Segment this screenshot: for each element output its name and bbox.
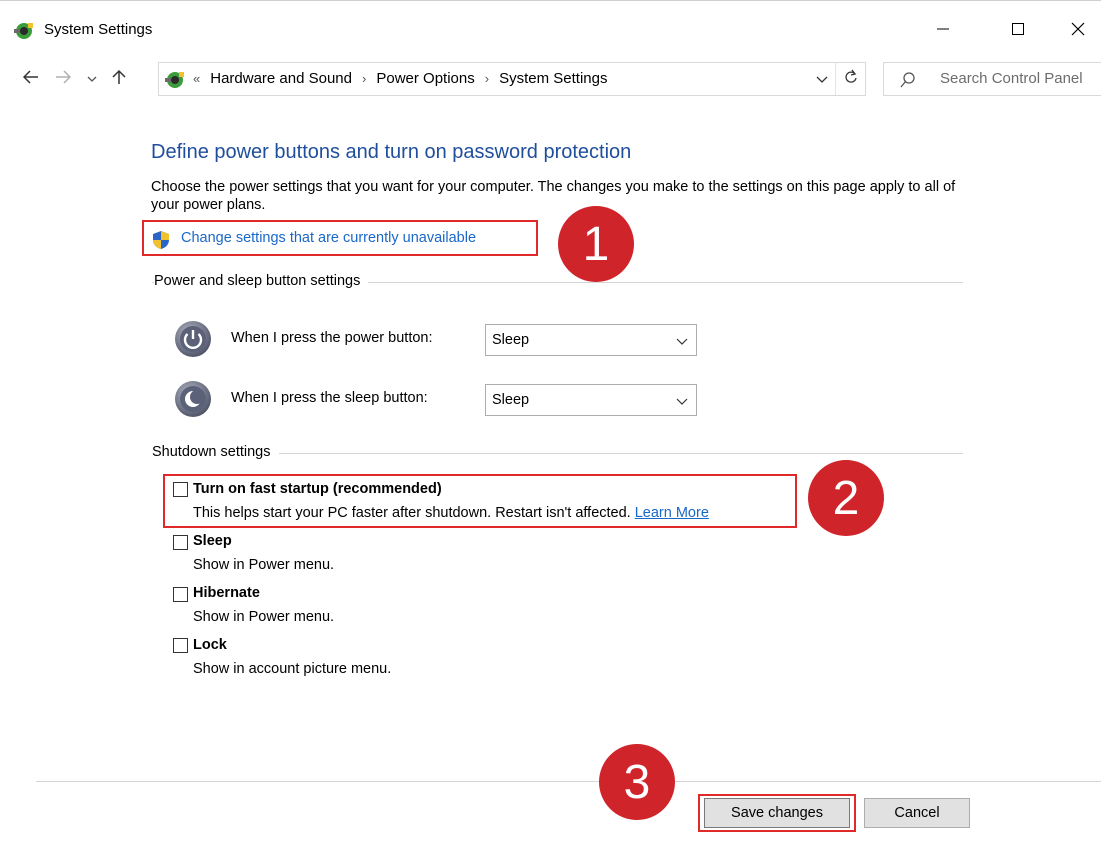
change-settings-text[interactable]: Change settings that are currently unava… [181, 230, 476, 246]
power-button-select[interactable]: Sleep [485, 324, 697, 356]
breadcrumb: « Hardware and Sound › Power Options › S… [193, 70, 607, 87]
maximize-icon [1012, 22, 1024, 40]
title-bar: System Settings [0, 0, 1101, 62]
address-history-dropdown[interactable] [809, 63, 835, 95]
fast-startup-title: Turn on fast startup (recommended) [193, 481, 442, 497]
fast-startup-desc-text: This helps start your PC faster after sh… [193, 505, 631, 521]
back-arrow-icon [22, 69, 39, 89]
chevron-down-icon [816, 70, 828, 88]
sleep-button-label: When I press the sleep button: [231, 390, 428, 406]
shutdown-section-label: Shutdown settings [152, 444, 279, 460]
window-title: System Settings [44, 21, 153, 38]
forward-button[interactable] [48, 62, 78, 96]
breadcrumb-system-settings[interactable]: System Settings [499, 70, 607, 87]
address-bar[interactable]: « Hardware and Sound › Power Options › S… [158, 62, 866, 96]
up-button[interactable] [102, 62, 136, 96]
chevron-down-icon [676, 334, 688, 346]
power-options-app-icon [12, 19, 36, 43]
refresh-button[interactable] [835, 63, 865, 95]
search-input[interactable]: Search Control Panel [940, 70, 1083, 87]
breadcrumb-separator[interactable]: › [362, 71, 366, 86]
close-button[interactable] [1055, 15, 1101, 47]
breadcrumb-power-options[interactable]: Power Options [376, 70, 474, 87]
page-title: Define power buttons and turn on passwor… [151, 141, 632, 163]
power-section-label: Power and sleep button settings [154, 273, 369, 289]
lock-option-description: Show in account picture menu. [193, 661, 392, 677]
control-panel-icon [163, 68, 187, 92]
change-settings-link[interactable]: Change settings that are currently unava… [142, 220, 538, 256]
lock-option-title: Lock [193, 637, 227, 653]
forward-arrow-icon [55, 69, 72, 89]
sleep-option-description: Show in Power menu. [193, 557, 335, 573]
cancel-button[interactable]: Cancel [864, 798, 970, 828]
uac-shield-icon [152, 230, 170, 250]
fast-startup-checkbox[interactable] [173, 482, 188, 497]
breadcrumb-separator[interactable]: › [485, 71, 489, 86]
power-button-label: When I press the power button: [231, 330, 433, 346]
up-arrow-icon [112, 69, 126, 90]
chevron-down-icon [676, 394, 688, 406]
minimize-icon [937, 22, 949, 40]
recent-locations-button[interactable] [80, 62, 104, 96]
maximize-button[interactable] [995, 15, 1041, 47]
hibernate-option-title: Hibernate [193, 585, 260, 601]
annotation-badge-1: 1 [558, 206, 634, 282]
learn-more-link[interactable]: Learn More [635, 505, 709, 521]
navigation-bar: « Hardware and Sound › Power Options › S… [0, 62, 1101, 96]
lock-checkbox[interactable] [173, 638, 188, 653]
annotation-badge-2: 2 [808, 460, 884, 536]
sleep-option-title: Sleep [193, 533, 232, 549]
power-button-select-value: Sleep [492, 332, 530, 348]
sleep-checkbox[interactable] [173, 535, 188, 550]
save-changes-button[interactable]: Save changes [704, 798, 850, 828]
sleep-button-select-value: Sleep [492, 392, 530, 408]
sleep-button-select[interactable]: Sleep [485, 384, 697, 416]
hibernate-checkbox[interactable] [173, 587, 188, 602]
chevron-down-icon [87, 70, 97, 88]
hibernate-option-description: Show in Power menu. [193, 609, 335, 625]
footer-divider [36, 781, 1101, 782]
annotation-badge-3: 3 [599, 744, 675, 820]
back-button[interactable] [14, 62, 48, 96]
power-button-icon [174, 320, 212, 358]
breadcrumb-overflow[interactable]: « [193, 71, 200, 86]
refresh-icon [844, 69, 858, 90]
fast-startup-description: This helps start your PC faster after sh… [193, 505, 709, 521]
page-description: Choose the power settings that you want … [151, 179, 956, 213]
sleep-button-icon [174, 380, 212, 418]
search-icon [900, 72, 916, 88]
close-icon [1071, 22, 1085, 41]
minimize-button[interactable] [920, 15, 966, 47]
search-box[interactable]: Search Control Panel [883, 62, 1101, 96]
breadcrumb-hardware-and-sound[interactable]: Hardware and Sound [210, 70, 352, 87]
